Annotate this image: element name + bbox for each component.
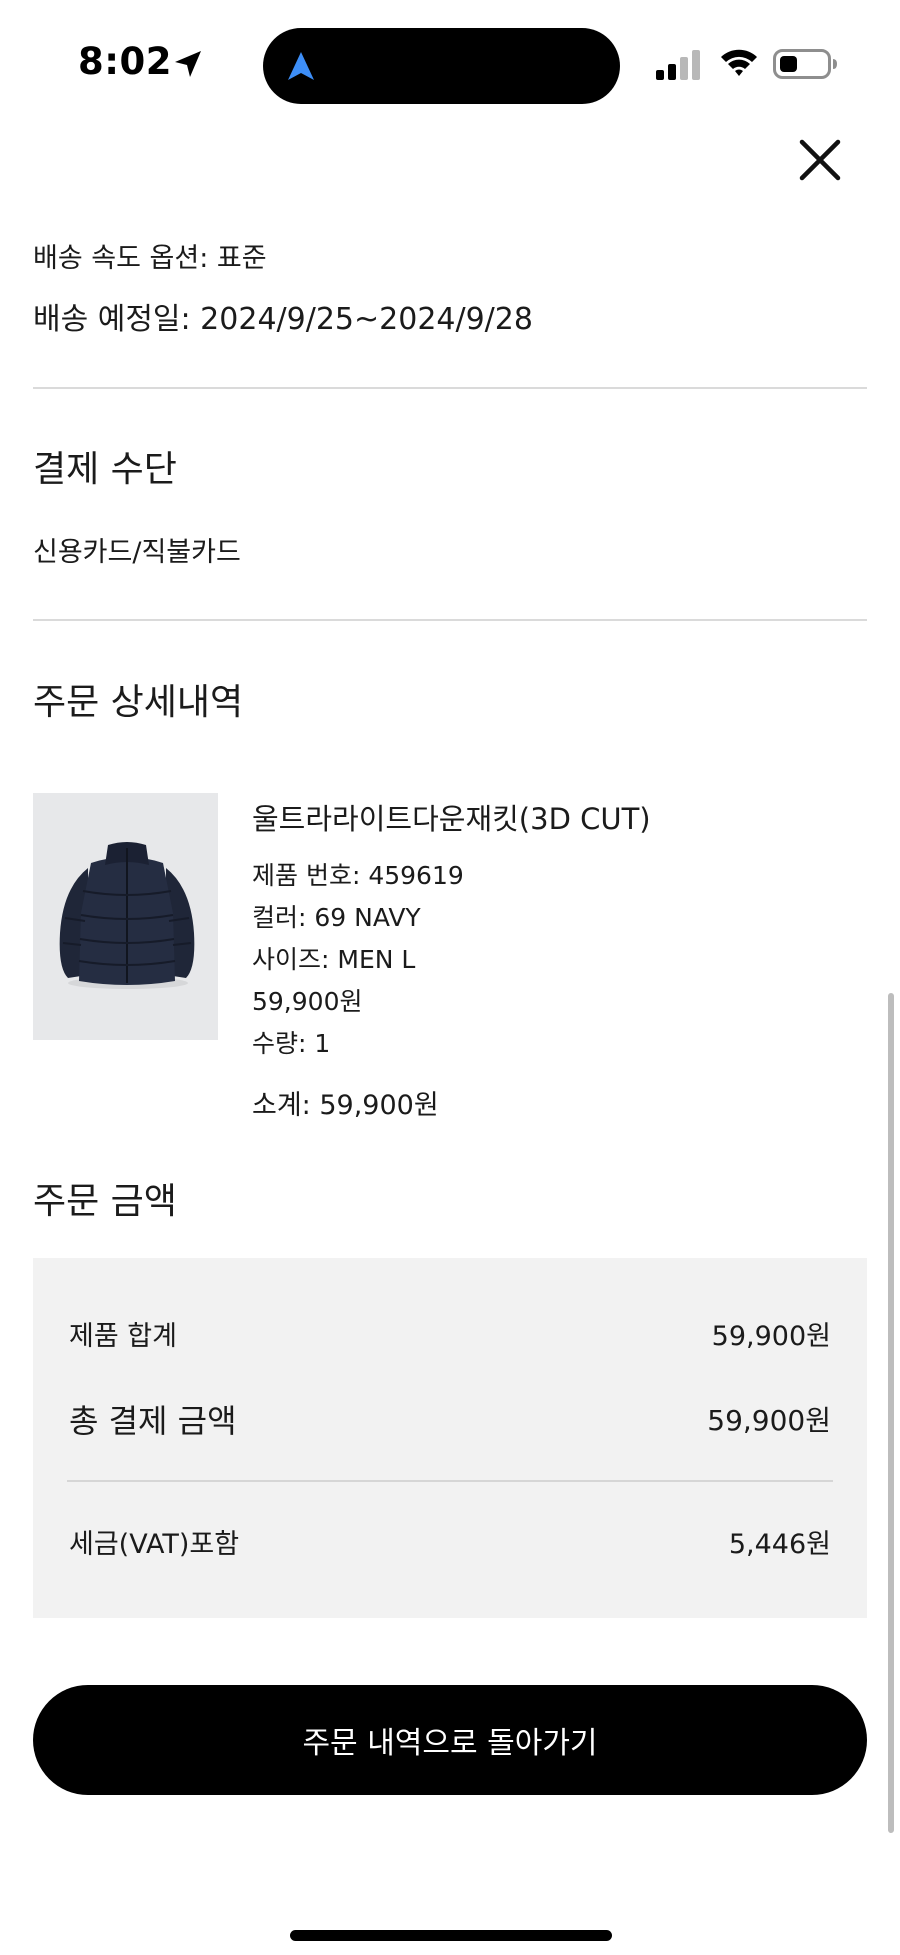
- product-image[interactable]: [33, 793, 218, 1040]
- dynamic-island: [263, 28, 620, 104]
- grand-total-row: 총 결제 금액 59,900원: [69, 1396, 831, 1442]
- vat-label: 세금(VAT)포함: [69, 1529, 240, 1560]
- product-subtotal: 소계: 59,900원: [252, 1090, 439, 1121]
- navigation-icon: [288, 52, 314, 80]
- summary-divider: [67, 1480, 833, 1482]
- signal-icon: [656, 50, 700, 80]
- back-to-order-history-button[interactable]: 주문 내역으로 돌아가기: [33, 1685, 867, 1795]
- grand-total-value: 59,900원: [707, 1404, 831, 1437]
- product-total-value: 59,900원: [711, 1321, 831, 1352]
- order-amount-title: 주문 금액: [33, 1181, 177, 1222]
- order-amount-summary: 제품 합계 59,900원 총 결제 금액 59,900원 세금(VAT)포함 …: [33, 1258, 867, 1618]
- location-arrow-icon: [175, 51, 201, 77]
- home-indicator[interactable]: [290, 1930, 612, 1941]
- status-time: 8:02: [78, 40, 173, 83]
- status-bar: 8:02: [0, 0, 900, 110]
- grand-total-label: 총 결제 금액: [69, 1402, 237, 1440]
- payment-method-title: 결제 수단: [33, 449, 177, 490]
- product-name[interactable]: 울트라라이트다운재킷(3D CUT): [252, 796, 651, 838]
- product-total-label: 제품 합계: [69, 1321, 177, 1352]
- down-jacket-image: [59, 842, 195, 989]
- divider: [33, 387, 867, 389]
- shipping-speed-option: 배송 속도 옵션: 표준: [33, 243, 267, 274]
- product-total-row: 제품 합계 59,900원: [69, 1314, 831, 1353]
- product-info: 울트라라이트다운재킷(3D CUT) 제품 번호: 459619 컬러: 69 …: [252, 796, 651, 1060]
- product-color: 컬러: 69 NAVY: [252, 903, 421, 932]
- order-detail-page: 8:02 배송 속도 옵션: 표준 배송 예정일: 2024/9/25~2024…: [0, 0, 900, 1955]
- vat-value: 5,446원: [728, 1529, 831, 1560]
- product-price: 59,900원: [252, 987, 363, 1016]
- product-number: 제품 번호: 459619: [252, 861, 464, 890]
- close-icon[interactable]: [796, 136, 844, 184]
- vat-row: 세금(VAT)포함 5,446원: [69, 1522, 831, 1561]
- product-quantity: 수량: 1: [252, 1029, 331, 1058]
- scrollbar[interactable]: [888, 993, 894, 1833]
- wifi-icon: [721, 49, 757, 76]
- divider: [33, 619, 867, 621]
- battery-icon: [773, 49, 837, 79]
- product-size: 사이즈: MEN L: [252, 945, 416, 974]
- payment-method-value: 신용카드/직불카드: [33, 537, 241, 568]
- order-detail-title: 주문 상세내역: [33, 682, 244, 723]
- estimated-delivery-date: 배송 예정일: 2024/9/25~2024/9/28: [33, 302, 533, 337]
